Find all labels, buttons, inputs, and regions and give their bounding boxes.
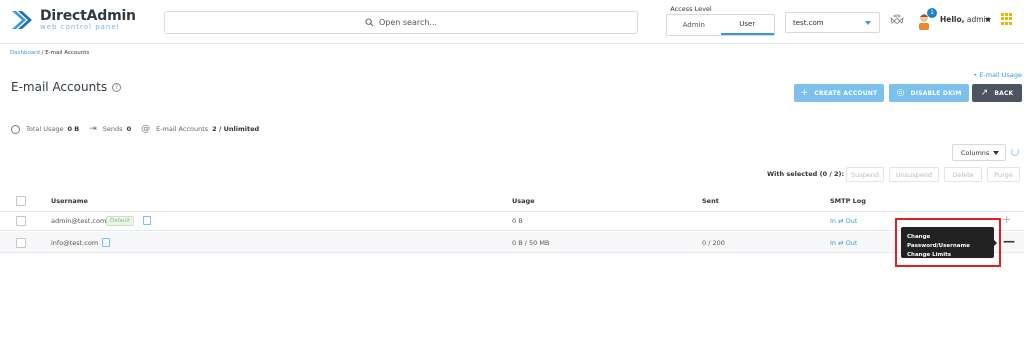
access-level-label: Access Level — [670, 5, 712, 13]
usage-stats: Total Usage 0 B ⇥ Sends 0 @ E-mail Accou… — [11, 124, 269, 134]
row-checkbox[interactable] — [16, 216, 26, 226]
create-account-button[interactable]: + CREATE ACCOUNT — [794, 84, 884, 102]
usage-chart-icon — [11, 124, 20, 134]
columns-label: Columns — [961, 148, 990, 157]
column-sent[interactable]: Sent — [702, 197, 719, 205]
column-usage[interactable]: Usage — [512, 197, 535, 205]
delete-button[interactable]: Delete — [944, 167, 982, 182]
smtp-out-link[interactable]: Out — [846, 217, 858, 225]
row-smtp-log: In ⇄ Out — [830, 239, 857, 247]
page-title: E-mail Accounts — [11, 80, 108, 94]
purge-button[interactable]: Purge — [987, 167, 1020, 182]
row-username[interactable]: info@test.com — [51, 239, 98, 247]
login-as-icon[interactable] — [143, 216, 151, 225]
dkim-icon: ◎ — [896, 88, 905, 98]
domain-value: test.com — [793, 18, 824, 27]
breadcrumb-dashboard[interactable]: Dashboard — [10, 50, 40, 56]
help-icon[interactable]: ? — [112, 83, 121, 92]
row-sent: 0 / 200 — [702, 239, 725, 247]
refresh-icon[interactable] — [1011, 148, 1019, 156]
email-accounts-value: 2 / Unlimited — [212, 125, 260, 133]
create-account-label: CREATE ACCOUNT — [814, 89, 878, 97]
back-label: BACK — [994, 89, 1014, 97]
breadcrumb: Dashboard / E-mail Accounts — [10, 50, 89, 56]
directadmin-logo[interactable]: DirectAdmin web control panel — [10, 8, 136, 32]
login-as-icon[interactable] — [102, 238, 110, 247]
default-badge: Default — [106, 216, 135, 226]
hello-prefix: Hello, — [940, 15, 965, 24]
logo-mark-icon — [12, 11, 32, 29]
columns-dropdown[interactable]: Columns — [952, 144, 1006, 161]
select-all-checkbox[interactable] — [16, 196, 26, 206]
with-selected-label: With selected (0 / 2): — [767, 170, 845, 178]
domain-select[interactable]: test.com — [785, 12, 880, 33]
unsuspend-button[interactable]: Unsuspend — [889, 167, 939, 182]
breadcrumb-current: E-mail Accounts — [45, 50, 90, 56]
angel-icon[interactable] — [890, 14, 904, 26]
top-header: DirectAdmin web control panel Open searc… — [0, 0, 1024, 44]
logo-subtitle: web control panel — [40, 23, 120, 31]
sends-icon: ⇥ — [89, 124, 97, 134]
total-usage-label: Total Usage — [26, 125, 64, 133]
table-row: info@test.com 0 B / 50 MB 0 / 200 In ⇄ O… — [0, 232, 1024, 253]
highlight-box — [895, 218, 1001, 267]
smtp-separator: ⇄ — [836, 217, 846, 225]
row-smtp-log: In ⇄ Out — [830, 217, 857, 225]
search-icon — [365, 18, 374, 27]
back-arrow-icon: ↗ — [980, 88, 989, 98]
disable-dkim-label: DISABLE DKIM — [910, 89, 962, 97]
table-row: admin@test.com Default 0 B In ⇄ Out + — [0, 210, 1024, 231]
suspend-button[interactable]: Suspend — [846, 167, 884, 182]
row-username[interactable]: admin@test.com — [51, 217, 106, 225]
access-option-user[interactable]: User — [720, 15, 774, 35]
chevron-down-icon — [865, 21, 871, 25]
user-menu-chevron-icon[interactable] — [985, 18, 991, 22]
access-level-switcher: Access Level Admin User — [666, 5, 775, 36]
search-input[interactable]: Open search... — [164, 11, 638, 34]
user-greeting[interactable]: Hello, admin — [940, 15, 990, 24]
chevron-down-icon — [993, 151, 999, 155]
logo-title: DirectAdmin — [40, 8, 136, 24]
expand-plus-icon[interactable]: + — [1002, 213, 1011, 226]
search-placeholder: Open search... — [378, 18, 438, 27]
collapse-minus-icon[interactable]: — — [1003, 234, 1015, 248]
column-smtp-log[interactable]: SMTP Log — [830, 197, 866, 205]
row-usage: 0 B / 50 MB — [512, 239, 550, 247]
notification-badge: 1 — [927, 8, 937, 18]
app-grid-icon[interactable] — [1001, 13, 1013, 25]
sends-value: 0 — [126, 125, 132, 133]
table-header: Username Usage Sent SMTP Log — [0, 189, 1024, 212]
smtp-out-link[interactable]: Out — [846, 239, 858, 247]
sends-label: Sends — [102, 125, 123, 133]
back-button[interactable]: ↗ BACK — [972, 84, 1022, 102]
row-checkbox[interactable] — [16, 238, 26, 248]
total-usage-value: 0 B — [67, 125, 80, 133]
email-accounts-label: E-mail Accounts — [156, 125, 209, 133]
plus-icon: + — [800, 88, 809, 98]
disable-dkim-button[interactable]: ◎ DISABLE DKIM — [889, 84, 969, 102]
smtp-separator: ⇄ — [836, 239, 846, 247]
row-usage: 0 B — [512, 217, 523, 225]
at-sign-icon: @ — [141, 124, 151, 134]
column-username[interactable]: Username — [51, 197, 88, 205]
access-option-admin[interactable]: Admin — [667, 15, 721, 35]
email-usage-link[interactable]: • E-mail Usage — [973, 71, 1022, 79]
